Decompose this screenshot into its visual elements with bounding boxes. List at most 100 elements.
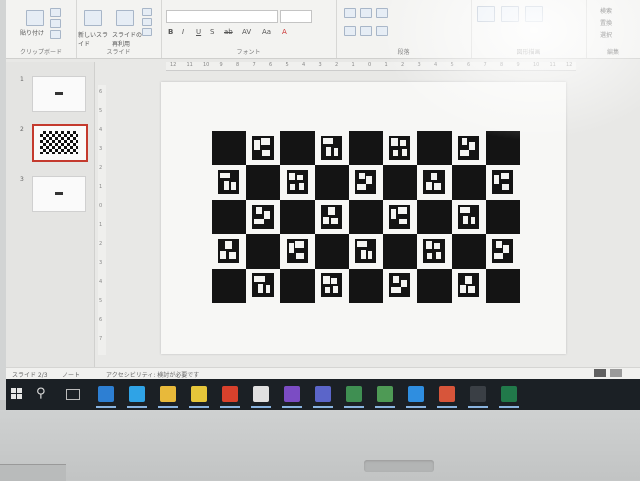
ruler-tick: 3 [417, 62, 421, 68]
bold-button[interactable]: B [168, 28, 173, 36]
cut-button[interactable] [50, 8, 61, 17]
strikethrough-button[interactable]: ab [224, 28, 233, 36]
ruler-tick: 8 [500, 62, 504, 68]
laptop-bezel-left [0, 0, 6, 400]
char-spacing-button[interactable]: AV [242, 28, 251, 36]
ribbon-label-drawing: 図形描画 [516, 49, 541, 56]
ribbon-label-paragraph: 段落 [397, 49, 410, 56]
charuco-board[interactable] [212, 131, 520, 303]
running-indicator [96, 406, 116, 408]
acrobat-icon[interactable] [222, 386, 238, 402]
quick-styles-button[interactable] [525, 6, 543, 22]
aruco-marker [355, 239, 377, 264]
teams-icon[interactable] [315, 386, 331, 402]
bullets-button[interactable] [344, 8, 356, 18]
shadow-button[interactable]: S [210, 28, 214, 36]
mail-icon[interactable] [98, 386, 114, 402]
align-right-button[interactable] [376, 26, 388, 36]
font-color-button[interactable]: A [282, 28, 287, 36]
aruco-marker [423, 239, 445, 264]
select-button[interactable]: 選択 [600, 30, 612, 39]
change-case-button[interactable]: Aa [262, 28, 271, 36]
aruco-marker [389, 273, 411, 298]
vruler-tick: 3 [99, 146, 103, 152]
arrange-button[interactable] [501, 6, 519, 22]
font-name-dropdown[interactable] [166, 10, 278, 23]
board-black-square [485, 199, 520, 235]
task-view-icon[interactable] [66, 389, 80, 400]
board-black-square [246, 234, 281, 269]
accessibility-status[interactable]: アクセシビリティ: 検討が必要です [106, 370, 199, 379]
board-aruco-square [383, 268, 418, 303]
aruco-marker [457, 273, 479, 298]
vruler-tick: 6 [99, 89, 103, 95]
aruco-marker [218, 170, 240, 195]
board-black-square [348, 199, 384, 235]
excel-icon[interactable] [501, 386, 517, 402]
slide-canvas[interactable] [161, 82, 566, 354]
slide-2-checkerboard [40, 131, 78, 154]
reuse-slide-button[interactable] [116, 10, 134, 26]
layout-button[interactable] [142, 8, 152, 16]
new-slide-button[interactable] [84, 10, 102, 26]
aruco-marker [218, 239, 240, 264]
powerpoint-icon[interactable] [439, 386, 455, 402]
board-aruco-square [246, 199, 281, 235]
status-bar: スライド 2/3 ノート アクセシビリティ: 検討が必要です [6, 367, 640, 379]
board-aruco-square [280, 234, 315, 269]
slide-sorter-button[interactable] [610, 369, 622, 377]
slide-thumbnail-3[interactable] [32, 176, 86, 212]
vscode-icon[interactable] [408, 386, 424, 402]
format-painter-button[interactable] [50, 30, 61, 39]
italic-button[interactable]: I [182, 28, 184, 36]
running-indicator [251, 406, 271, 408]
explorer-icon[interactable] [160, 386, 176, 402]
numbering-button[interactable] [360, 8, 372, 18]
new-slide-label: 新しいスライド [78, 32, 109, 48]
aruco-marker [320, 273, 343, 298]
sticky-notes-icon[interactable] [191, 386, 207, 402]
search-icon[interactable]: ⚲ [36, 386, 46, 401]
underline-button[interactable]: U [196, 28, 201, 36]
copy-button[interactable] [50, 19, 61, 28]
vruler-tick: 4 [99, 279, 103, 285]
slide-number-2: 2 [20, 126, 24, 133]
ruler-tick: 7 [483, 62, 487, 68]
board-black-square [280, 268, 315, 303]
edge-icon[interactable] [129, 386, 145, 402]
board-black-square [314, 234, 349, 269]
replace-button[interactable]: 置換 [600, 18, 612, 27]
board-black-square [417, 131, 452, 166]
vruler-tick: 1 [99, 222, 103, 228]
word-doc-icon[interactable] [377, 386, 393, 402]
windows-logo-pane-4 [17, 394, 22, 399]
start-button[interactable] [11, 388, 23, 400]
slide-thumbnail-1[interactable] [32, 76, 86, 112]
normal-view-button[interactable] [594, 369, 606, 377]
shapes-button[interactable] [477, 6, 495, 22]
align-left-button[interactable] [344, 26, 356, 36]
section-button[interactable] [142, 28, 152, 36]
ruler-tick: 5 [285, 62, 289, 68]
board-aruco-square [246, 268, 281, 303]
horizontal-ruler: 12 11 10 9 8 7 6 5 4 3 2 1 0 1 2 3 4 5 6 7 8 9 10 11 12 [166, 62, 576, 71]
font-size-dropdown[interactable] [280, 10, 312, 23]
align-center-button[interactable] [360, 26, 372, 36]
find-button[interactable]: 検索 [600, 6, 612, 15]
paste-button[interactable] [26, 10, 44, 26]
indent-button[interactable] [376, 8, 388, 18]
slide-thumbnail-2[interactable] [32, 124, 88, 162]
board-aruco-square [451, 199, 486, 235]
notes-toggle[interactable]: ノート [62, 370, 80, 379]
aruco-marker [320, 135, 343, 160]
chrome-icon[interactable] [253, 386, 269, 402]
onenote-icon[interactable] [284, 386, 300, 402]
terminal-icon[interactable] [470, 386, 486, 402]
app-icon-green[interactable] [346, 386, 362, 402]
aruco-marker [423, 170, 445, 195]
reset-button[interactable] [142, 18, 152, 26]
running-indicator [189, 406, 209, 408]
ribbon-group-clipboard: 貼り付け クリップボード [6, 0, 77, 58]
ruler-tick: 11 [186, 62, 193, 68]
ribbon-group-editing: 検索 置換 選択 編集 [586, 0, 640, 58]
